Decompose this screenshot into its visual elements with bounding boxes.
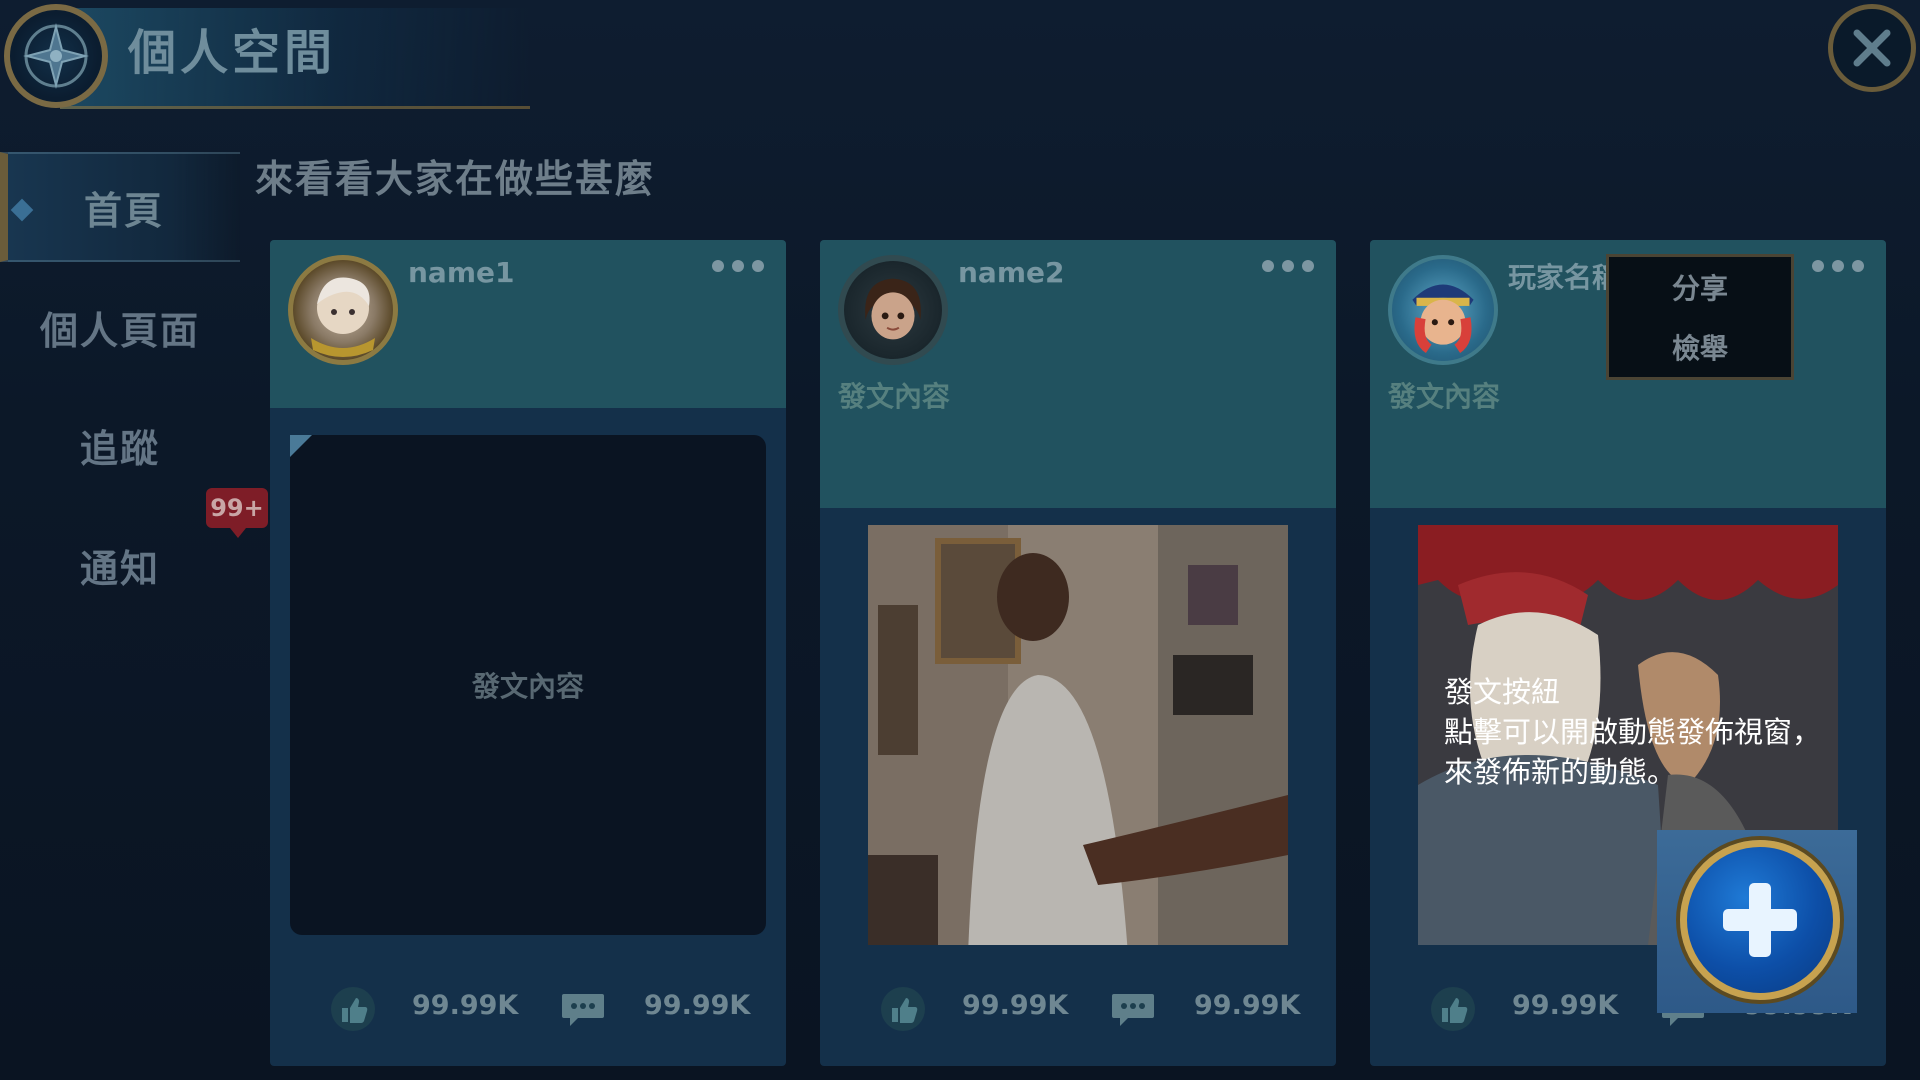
sidebar-item-home[interactable]: 首頁 [0, 152, 240, 262]
menu-item-report[interactable]: 檢舉 [1609, 317, 1791, 377]
tutorial-tooltip: 發文按紐 點擊可以開啟動態發佈視窗， 來發佈新的動態。 [1444, 672, 1884, 792]
sidebar-item-label: 追蹤 [79, 426, 160, 471]
plus-icon [1723, 883, 1797, 957]
post-text-box: 發文內容 [290, 435, 766, 935]
post-options-menu: 分享 檢舉 [1606, 254, 1794, 380]
like-count: 99.99K [1512, 990, 1619, 1021]
sidebar-item-notifications[interactable]: 通知 [0, 510, 240, 620]
avatar[interactable] [1388, 255, 1498, 365]
sidebar-item-label: 個人頁面 [39, 308, 200, 353]
like-count: 99.99K [962, 990, 1069, 1021]
notification-badge: 99+ [206, 488, 268, 538]
like-icon[interactable] [1430, 986, 1476, 1032]
post-image[interactable] [868, 525, 1288, 945]
sidebar: 首頁 個人頁面 追蹤 通知 [0, 152, 250, 672]
menu-item-share[interactable]: 分享 [1609, 257, 1791, 317]
like-count: 99.99K [412, 990, 519, 1021]
like-icon[interactable] [330, 986, 376, 1032]
close-button[interactable] [1828, 4, 1916, 92]
post-header: name1 [270, 240, 786, 408]
close-icon [1853, 29, 1891, 67]
post-content: 發文內容 [838, 380, 951, 413]
more-options-icon[interactable] [712, 260, 764, 272]
post-card[interactable]: name2 發文內容 99.99K 99.99K [820, 240, 1336, 1066]
sidebar-item-following[interactable]: 追蹤 [0, 390, 240, 500]
post-author[interactable]: name2 [958, 256, 1064, 289]
comment-count: 99.99K [1194, 990, 1301, 1021]
comment-icon[interactable] [1110, 986, 1156, 1032]
tooltip-line: 點擊可以開啟動態發佈視窗， [1444, 715, 1822, 749]
post-author[interactable]: name1 [408, 256, 514, 289]
page-title: 個人空間 [128, 25, 337, 81]
post-author[interactable]: 玩家名稱 [1508, 256, 1620, 296]
avatar[interactable] [838, 255, 948, 365]
compass-emblem-icon [4, 4, 108, 108]
feed-heading: 來看看大家在做些甚麼 [255, 157, 656, 201]
header: 個人空間 [0, 0, 1920, 118]
more-options-icon[interactable] [1812, 260, 1864, 272]
post-content: 發文內容 [1388, 380, 1501, 413]
post-stats: 99.99K 99.99K [820, 980, 1336, 1040]
active-indicator-icon [10, 198, 34, 222]
comment-count: 99.99K [644, 990, 751, 1021]
post-content: 發文內容 [471, 670, 584, 703]
avatar[interactable] [288, 255, 398, 365]
like-icon[interactable] [880, 986, 926, 1032]
sidebar-item-profile[interactable]: 個人頁面 [0, 272, 240, 382]
corner-marker [290, 435, 312, 457]
tooltip-line: 來發佈新的動態。 [1444, 755, 1677, 789]
sidebar-item-label: 通知 [79, 546, 160, 591]
personal-space-screen: 個人空間 首頁 個人頁面 追蹤 通知 99+ 來看看大家在做些甚麼 name1 … [0, 0, 1920, 1080]
more-options-icon[interactable] [1262, 260, 1314, 272]
post-header: name2 發文內容 [820, 240, 1336, 508]
tooltip-title: 發文按紐 [1444, 675, 1561, 709]
post-card[interactable]: name1 發文內容 99.99K 99.99K [270, 240, 786, 1066]
comment-icon[interactable] [560, 986, 606, 1032]
post-stats: 99.99K 99.99K [270, 980, 786, 1040]
sidebar-item-label: 首頁 [83, 188, 164, 233]
create-post-button[interactable] [1680, 840, 1840, 1000]
